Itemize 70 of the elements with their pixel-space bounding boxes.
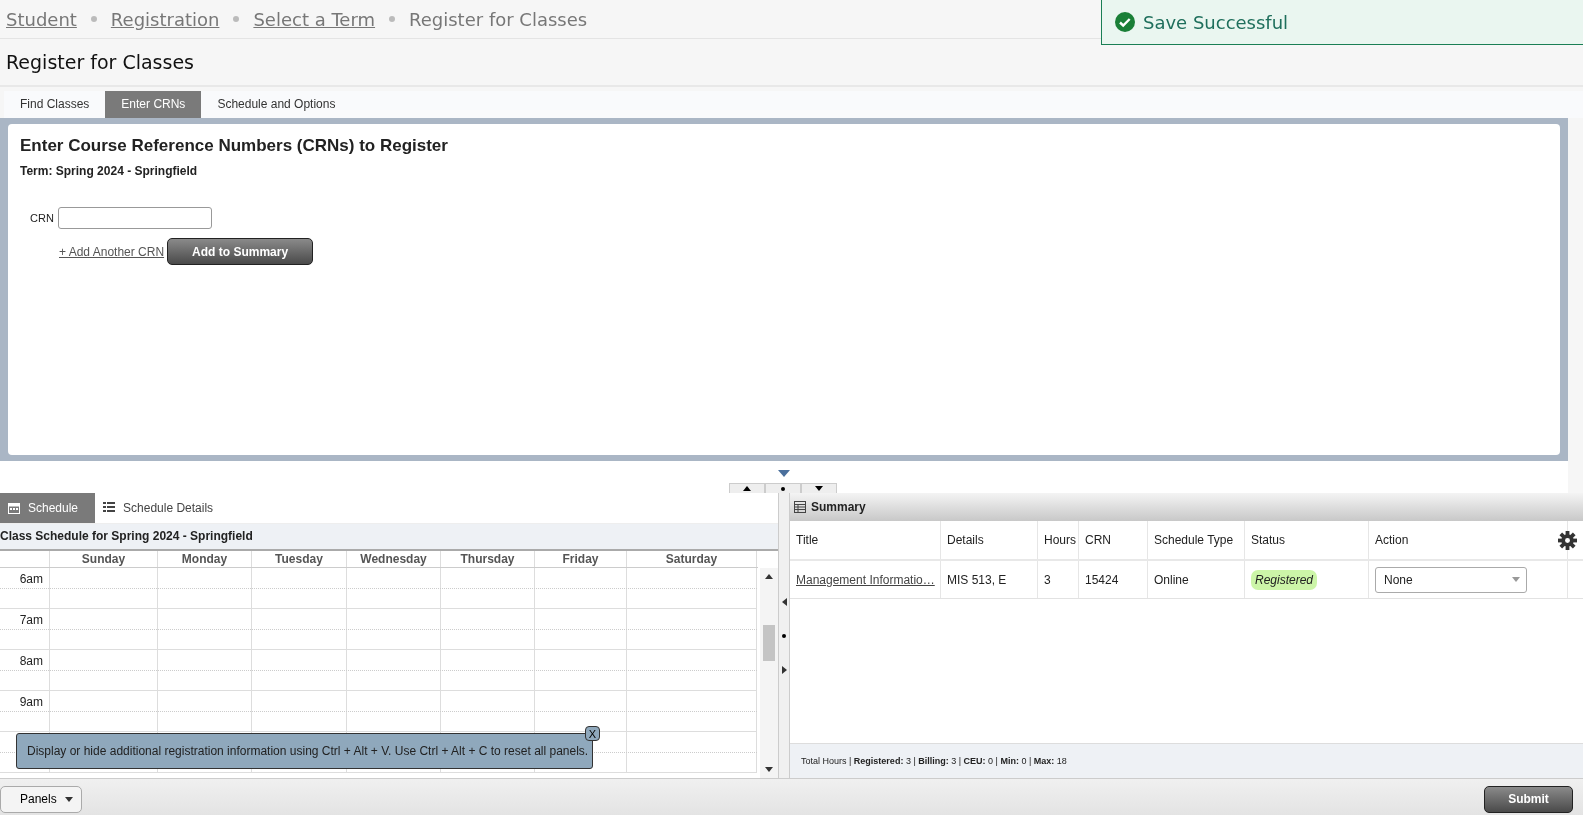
center-button[interactable] — [765, 483, 801, 493]
tab[interactable]: Enter CRNs — [105, 91, 202, 118]
column-header: CRN — [1085, 533, 1111, 547]
panel-heading: Enter Course Reference Numbers (CRNs) to Register — [20, 136, 449, 156]
day-header: Saturday — [627, 551, 757, 567]
time-label: 8am — [19, 654, 43, 668]
move-up-button[interactable] — [729, 483, 765, 493]
action-dropdown[interactable]: None — [1375, 566, 1527, 593]
day-header: Thursday — [441, 551, 535, 567]
status-badge: Registered — [1251, 569, 1318, 590]
up-arrow-icon — [743, 486, 751, 491]
time-label: 9am — [19, 695, 43, 709]
caret-icon — [64, 796, 73, 802]
schedule-title: Class Schedule for Spring 2024 - Springfield — [0, 524, 778, 551]
day-header: Friday — [535, 551, 627, 567]
dot-icon[interactable] — [782, 633, 786, 638]
scrollbar-thumb[interactable] — [763, 625, 775, 661]
day-header: Tuesday — [252, 551, 347, 567]
breadcrumb-link[interactable]: Select a Term — [253, 8, 376, 30]
right-arrow-icon[interactable] — [781, 665, 787, 674]
scrollbar[interactable] — [760, 568, 778, 778]
close-button[interactable]: X — [585, 726, 600, 741]
left-arrow-icon[interactable] — [781, 597, 787, 606]
tab[interactable]: Schedule — [0, 493, 96, 523]
move-down-button[interactable] — [801, 483, 837, 493]
day-header: Wednesday — [347, 551, 441, 567]
column-header: Action — [1375, 533, 1409, 547]
column-header: Title — [796, 533, 819, 547]
table-cell: 3 — [1044, 572, 1051, 587]
settings-icon[interactable] — [1558, 531, 1577, 550]
calendar-icon — [8, 502, 20, 514]
column-header: Status — [1251, 533, 1286, 547]
panels-button[interactable]: Panels — [0, 785, 82, 813]
crn-label: CRN — [30, 212, 54, 224]
down-arrow-icon — [815, 486, 823, 491]
toast-message: Save Successful — [1143, 11, 1289, 33]
summary-title: Summary — [811, 500, 866, 514]
caret-icon — [1512, 577, 1520, 582]
day-header: Sunday — [50, 551, 158, 567]
page-title: Register for Classes — [6, 51, 194, 73]
column-header: Hours — [1044, 533, 1076, 547]
dot-icon — [781, 486, 785, 491]
tab[interactable]: Schedule and Options — [201, 91, 352, 118]
table-icon — [794, 501, 806, 513]
day-header: Monday — [158, 551, 252, 567]
time-label: 6am — [19, 572, 43, 586]
column-header: Details — [947, 533, 984, 547]
course-link[interactable]: Management Informatio… — [796, 572, 935, 587]
table-cell: MIS 513, E — [947, 572, 1007, 587]
up-arrow-icon — [765, 574, 773, 579]
add-to-summary-button[interactable]: Add to Summary — [167, 238, 314, 265]
add-crn-link[interactable]: + Add Another CRN — [59, 244, 165, 259]
table-cell: Online — [1154, 572, 1189, 587]
time-label: 7am — [19, 613, 43, 627]
tooltip-text: Display or hide additional registration information using Ctrl + Alt + V. Use Ctrl + Alt + C to reset all panels. — [27, 744, 589, 758]
column-header: Schedule Type — [1154, 533, 1234, 547]
total-hours-text: Total Hours | Registered: 3 | Billing: 3 | CEU: 0 | Min: 0 | Max: 18 — [801, 756, 1067, 766]
table-cell: 15424 — [1085, 572, 1119, 587]
breadcrumb-link[interactable]: Student — [6, 8, 77, 30]
crn-input[interactable] — [57, 207, 212, 229]
down-arrow-icon — [765, 767, 773, 772]
tab[interactable]: Find Classes — [4, 91, 106, 118]
tab[interactable]: Schedule Details — [95, 493, 231, 523]
list-icon — [103, 502, 116, 514]
breadcrumb-link[interactable]: Registration — [110, 8, 220, 30]
collapse-arrow-icon[interactable] — [778, 470, 790, 477]
term-label: Term: Spring 2024 - Springfield — [20, 164, 199, 178]
checkmark-icon — [1115, 12, 1135, 32]
breadcrumb-current: Register for Classes — [409, 8, 588, 30]
submit-button[interactable]: Submit — [1484, 785, 1573, 813]
